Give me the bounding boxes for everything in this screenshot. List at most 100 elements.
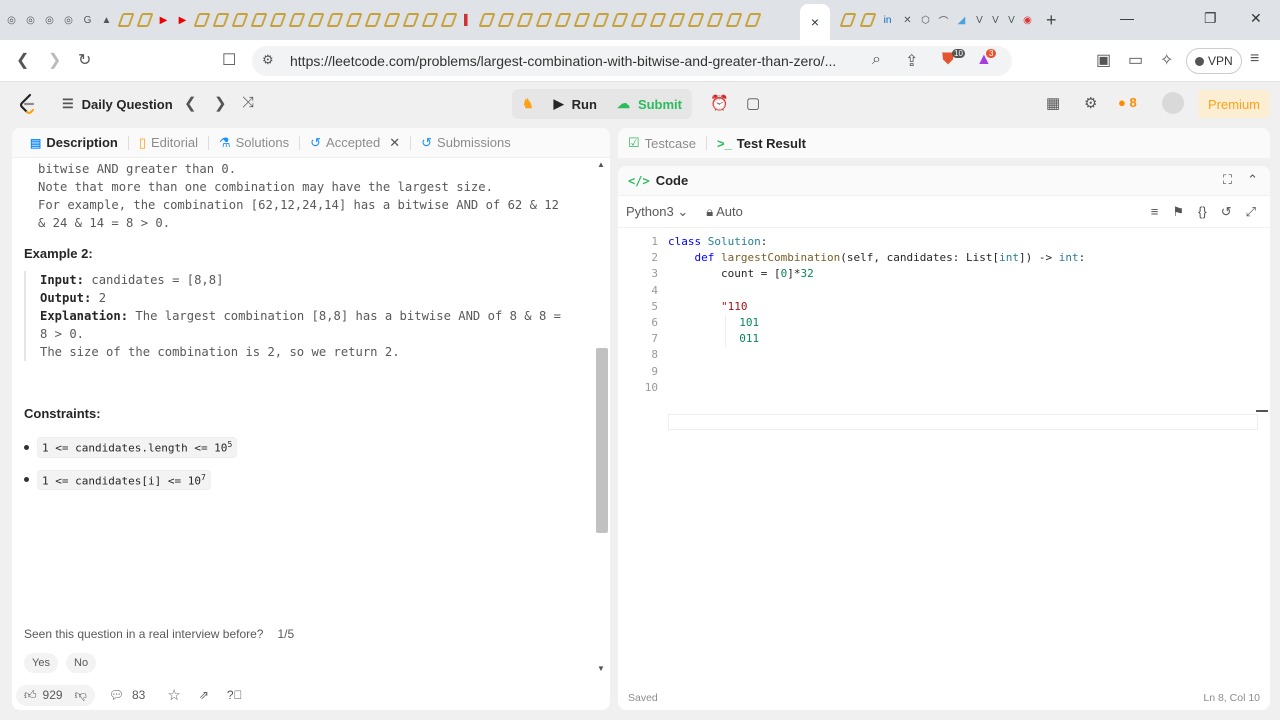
leetcode-logo-icon[interactable] (18, 93, 38, 115)
vpn-button[interactable]: VPN (1186, 48, 1242, 74)
tab-favicon[interactable]: V (1004, 12, 1019, 28)
tab-favicon[interactable] (688, 12, 703, 28)
tab-favicon[interactable] (631, 12, 646, 28)
shuffle-icon[interactable]: ⤨ (242, 94, 254, 111)
streak-counter[interactable]: ● 8 (1118, 95, 1137, 110)
tab-favicon[interactable]: G (80, 12, 95, 28)
description-scrollbar[interactable]: ▲ ▼ (595, 158, 609, 678)
tab-favicon[interactable] (194, 12, 209, 28)
forward-icon[interactable]: ❯ (48, 50, 61, 70)
tab-favicon[interactable]: ▶ (156, 12, 171, 28)
tab-favicon[interactable] (289, 12, 304, 28)
reload-icon[interactable]: ↻ (78, 50, 91, 70)
back-icon[interactable]: ❮ (16, 50, 29, 70)
bookmark-icon[interactable]: ⚑ (1172, 204, 1184, 220)
tab-favicon[interactable] (270, 12, 285, 28)
menu-icon[interactable]: ≡ (1250, 50, 1259, 68)
tab-favicon[interactable]: V (988, 12, 1003, 28)
wallet-icon[interactable]: ▭ (1128, 50, 1143, 70)
tab-accepted[interactable]: ↺ Accepted ✕ (300, 135, 410, 151)
close-tab-icon[interactable]: ✕ (389, 135, 400, 151)
help-icon[interactable]: ?⃝ (227, 688, 243, 702)
tab-favicon[interactable]: ▶ (175, 12, 190, 28)
layout-icon[interactable]: ▦ (1046, 94, 1060, 112)
leo-ai-icon[interactable]: ✧ (1160, 50, 1173, 70)
active-tab-close-button[interactable]: × (800, 4, 830, 40)
tab-favicon[interactable] (441, 12, 456, 28)
tab-favicon[interactable]: ✕ (900, 12, 915, 28)
language-select[interactable]: Python3 ⌄ (626, 204, 688, 220)
site-info-icon[interactable]: ⚙ (262, 52, 274, 68)
settings-gear-icon[interactable]: ⚙ (1084, 94, 1097, 112)
tab-favicon[interactable]: ◎ (61, 12, 76, 28)
tab-favicon[interactable]: ◎ (4, 12, 19, 28)
tab-favicon[interactable]: in (880, 12, 895, 28)
close-icon[interactable]: × (811, 14, 819, 30)
minimize-button[interactable]: — (1120, 10, 1134, 26)
timer-icon[interactable]: ⏰ (710, 94, 729, 112)
code-text[interactable]: class Solution: def largestCombination(s… (668, 234, 1085, 380)
tab-favicon[interactable]: ▌ (460, 12, 475, 28)
scrollbar-thumb[interactable] (596, 348, 608, 533)
code-editor[interactable]: 1 2 3 4 5 6 7 8 9 10 class Solution: def… (618, 234, 1270, 674)
submit-button[interactable]: ☁ Submit (607, 89, 692, 119)
tab-favicon[interactable]: ◢ (954, 12, 969, 28)
tab-favicon[interactable]: ◎ (42, 12, 57, 28)
avatar[interactable] (1162, 92, 1184, 114)
zoom-icon[interactable]: ⌕ (872, 51, 881, 69)
tab-favicon[interactable] (346, 12, 361, 28)
tab-favicon[interactable]: ◉ (1020, 12, 1035, 28)
tab-favicon[interactable] (365, 12, 380, 28)
tab-solutions[interactable]: ⚗ Solutions (209, 135, 299, 151)
tab-favicon[interactable] (536, 12, 551, 28)
tab-favicon[interactable] (860, 12, 875, 28)
tab-favicon[interactable] (403, 12, 418, 28)
address-bar[interactable]: ⚙ https://leetcode.com/problems/largest-… (252, 46, 1012, 76)
restore-button[interactable]: ❐ (1204, 10, 1217, 27)
share-icon[interactable]: ⇗ (199, 688, 209, 702)
notes-icon[interactable]: ▢ (746, 94, 760, 112)
close-window-button[interactable]: ✕ (1250, 10, 1262, 27)
comment-icon[interactable]: 💬︎ (109, 688, 124, 702)
next-problem-icon[interactable]: ❯ (214, 94, 227, 112)
tab-favicon[interactable] (745, 12, 760, 28)
tab-favicon[interactable] (612, 12, 627, 28)
tab-favicon[interactable] (137, 12, 152, 28)
no-button[interactable]: No (66, 653, 97, 673)
tab-favicon[interactable] (517, 12, 532, 28)
thumbs-down-icon[interactable]: 👎︎ (75, 688, 87, 703)
tab-favicon[interactable] (213, 12, 228, 28)
new-tab-button[interactable]: + (1046, 10, 1057, 31)
tab-favicon[interactable] (840, 12, 855, 28)
tab-favicon[interactable] (555, 12, 570, 28)
tab-favicon[interactable]: V (972, 12, 987, 28)
run-button[interactable]: ▶ Run (544, 89, 607, 119)
tab-favicon[interactable]: ⬡ (918, 12, 933, 28)
tab-favicon[interactable] (479, 12, 494, 28)
tab-favicon[interactable] (422, 12, 437, 28)
share-icon[interactable]: ⇪ (905, 51, 918, 71)
tab-favicon[interactable] (327, 12, 342, 28)
tab-favicon[interactable] (726, 12, 741, 28)
maximize-icon[interactable]: ⛶ (1223, 172, 1232, 188)
tab-favicon[interactable] (232, 12, 247, 28)
tab-favicon[interactable] (669, 12, 684, 28)
tab-favicon[interactable]: ▲ (99, 12, 114, 28)
braces-icon[interactable]: {} (1198, 204, 1207, 220)
daily-question-link[interactable]: ☰ Daily Question (62, 96, 173, 112)
tab-description[interactable]: ▤ Description (20, 135, 128, 150)
premium-button[interactable]: Premium (1198, 90, 1271, 118)
tab-favicon[interactable] (574, 12, 589, 28)
tab-favicon[interactable]: ◎ (23, 12, 38, 28)
bookmark-icon[interactable]: ☐ (222, 50, 236, 70)
collapse-icon[interactable]: ⌃ (1247, 172, 1258, 188)
scroll-down-icon[interactable]: ▼ (597, 664, 605, 673)
star-icon[interactable]: ☆ (167, 686, 180, 704)
thumbs-up-icon[interactable]: 👍︎ (24, 688, 37, 703)
reset-icon[interactable]: ↺ (1221, 204, 1232, 220)
tab-favicon[interactable] (498, 12, 513, 28)
prev-problem-icon[interactable]: ❮ (184, 94, 197, 112)
tab-favicon[interactable] (593, 12, 608, 28)
tab-favicon[interactable] (707, 12, 722, 28)
auto-mode-toggle[interactable]: 🔒︎ Auto (706, 204, 743, 220)
